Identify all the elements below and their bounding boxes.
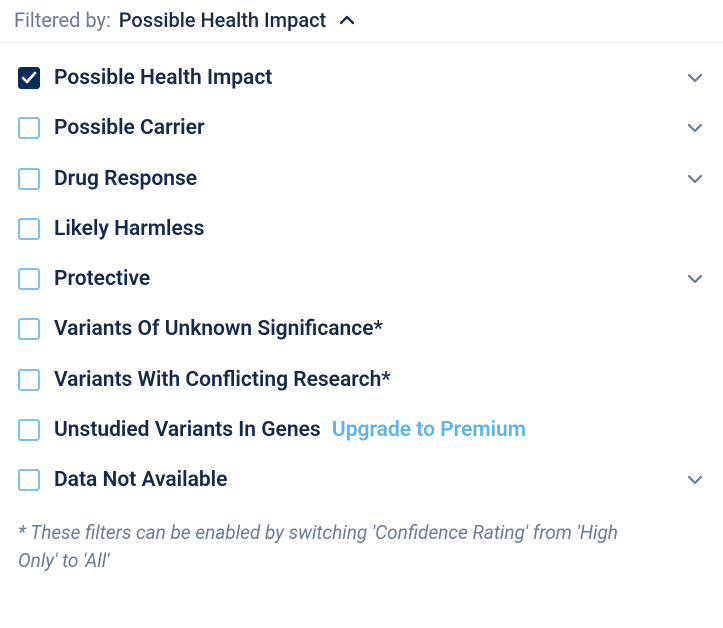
filter-label: Drug Response (54, 166, 671, 192)
filter-header[interactable]: Filtered by: Possible Health Impact (0, 0, 723, 43)
checkbox[interactable] (18, 369, 40, 391)
checkbox[interactable] (18, 218, 40, 240)
checkbox[interactable] (18, 268, 40, 290)
filter-row[interactable]: Possible Carrier (0, 103, 723, 153)
filter-footnote: * These filters can be enabled by switch… (0, 505, 640, 584)
chevron-down-icon[interactable] (685, 123, 705, 133)
filter-label: Possible Carrier (54, 115, 671, 141)
chevron-down-icon[interactable] (685, 174, 705, 184)
filter-label-text: Unstudied Variants In Genes (54, 418, 321, 442)
filter-row[interactable]: Data Not Available (0, 455, 723, 505)
filter-label: Variants Of Unknown Significance* (54, 316, 705, 342)
filter-row[interactable]: Drug Response (0, 154, 723, 204)
filter-label: Possible Health Impact (54, 65, 671, 91)
filter-list: Possible Health Impact Possible Carrier … (0, 43, 723, 505)
filter-header-prefix: Filtered by: (14, 8, 111, 32)
filter-row[interactable]: Possible Health Impact (0, 53, 723, 103)
checkbox[interactable] (18, 117, 40, 139)
checkbox[interactable] (18, 168, 40, 190)
filter-label: Data Not Available (54, 467, 671, 493)
checkbox[interactable] (18, 419, 40, 441)
checkbox[interactable] (18, 469, 40, 491)
filter-label: Unstudied Variants In Genes Upgrade to P… (54, 417, 705, 443)
upgrade-link[interactable]: Upgrade to Premium (332, 418, 526, 442)
filter-row[interactable]: Variants Of Unknown Significance* (0, 304, 723, 354)
checkbox-checked[interactable] (18, 67, 40, 89)
chevron-down-icon[interactable] (685, 274, 705, 284)
filter-row[interactable]: Variants With Conflicting Research* (0, 355, 723, 405)
filter-header-value: Possible Health Impact (119, 8, 326, 32)
caret-up-icon (340, 15, 354, 25)
chevron-down-icon[interactable] (685, 73, 705, 83)
filter-label: Protective (54, 266, 671, 292)
checkbox[interactable] (18, 318, 40, 340)
chevron-down-icon[interactable] (685, 475, 705, 485)
filter-label: Variants With Conflicting Research* (54, 367, 705, 393)
filter-label: Likely Harmless (54, 216, 705, 242)
filter-row[interactable]: Unstudied Variants In Genes Upgrade to P… (0, 405, 723, 455)
filter-row[interactable]: Protective (0, 254, 723, 304)
filter-row[interactable]: Likely Harmless (0, 204, 723, 254)
